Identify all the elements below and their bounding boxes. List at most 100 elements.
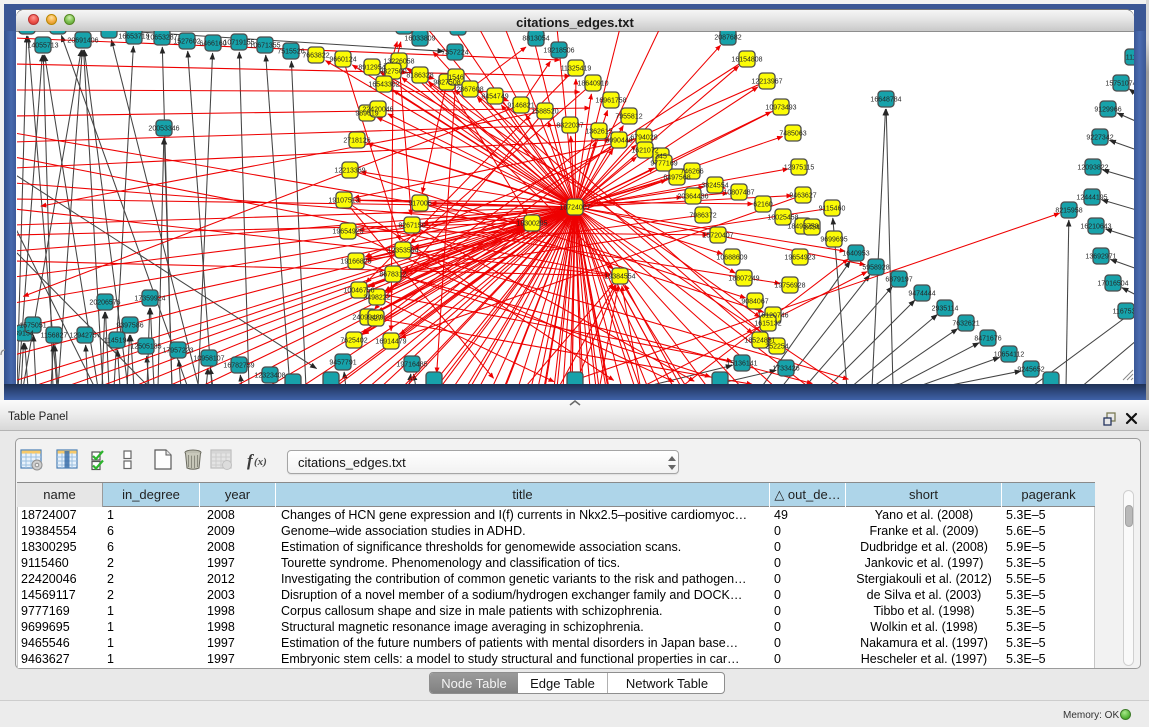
svg-text:1362615: 1362615 bbox=[585, 129, 612, 136]
svg-text:19654923: 19654923 bbox=[784, 255, 815, 262]
svg-text:2087682: 2087682 bbox=[714, 35, 741, 42]
svg-text:1733426: 1733426 bbox=[772, 366, 799, 373]
svg-text:7625402: 7625402 bbox=[340, 338, 367, 345]
svg-text:19716485: 19716485 bbox=[396, 362, 427, 369]
svg-text:5958928: 5958928 bbox=[862, 265, 889, 272]
svg-text:7955812: 7955812 bbox=[615, 114, 642, 121]
svg-text:12353594: 12353594 bbox=[387, 248, 418, 255]
svg-text:8215958: 8215958 bbox=[1055, 208, 1082, 215]
svg-text:19107513: 19107513 bbox=[328, 198, 359, 205]
svg-text:9227342: 9227342 bbox=[1086, 135, 1113, 142]
svg-text:10807487: 10807487 bbox=[723, 190, 754, 197]
svg-text:8267150: 8267150 bbox=[398, 223, 425, 230]
svg-text:2867608: 2867608 bbox=[456, 87, 483, 94]
svg-text:1527602: 1527602 bbox=[173, 39, 200, 46]
svg-text:(x): (x) bbox=[254, 456, 267, 468]
svg-text:20364436: 20364436 bbox=[677, 194, 708, 201]
svg-text:17359924: 17359924 bbox=[134, 296, 165, 303]
svg-text:13692971: 13692971 bbox=[1085, 254, 1116, 261]
svg-text:1588520: 1588520 bbox=[531, 109, 558, 116]
svg-text:18640910: 18640910 bbox=[577, 81, 608, 88]
svg-text:12505135: 12505135 bbox=[130, 344, 161, 351]
svg-text:16154808: 16154808 bbox=[731, 57, 762, 64]
svg-text:15136141: 15136141 bbox=[726, 361, 757, 368]
svg-text:9474444: 9474444 bbox=[908, 291, 935, 298]
svg-text:18724007: 18724007 bbox=[559, 205, 590, 212]
svg-text:62160: 62160 bbox=[753, 202, 773, 209]
svg-text:10654112: 10654112 bbox=[994, 352, 1025, 359]
svg-text:12444195: 12444195 bbox=[1076, 195, 1107, 202]
svg-text:8454749: 8454749 bbox=[481, 94, 508, 101]
svg-text:14055713: 14055713 bbox=[27, 43, 58, 50]
svg-text:12942757: 12942757 bbox=[69, 333, 100, 340]
svg-text:9463627: 9463627 bbox=[789, 193, 816, 200]
svg-text:8813054: 8813054 bbox=[522, 36, 549, 43]
svg-text:9397586: 9397586 bbox=[116, 323, 143, 330]
svg-text:1167533: 1167533 bbox=[1113, 309, 1134, 316]
svg-text:9699695: 9699695 bbox=[820, 237, 847, 244]
svg-text:9084067: 9084067 bbox=[741, 299, 768, 306]
svg-text:8990448: 8990448 bbox=[605, 138, 632, 145]
svg-text:19654925: 19654925 bbox=[332, 229, 363, 236]
svg-text:2935114: 2935114 bbox=[932, 306, 959, 313]
svg-text:16648784: 16648784 bbox=[870, 97, 901, 104]
svg-text:2718126: 2718126 bbox=[343, 138, 370, 145]
svg-text:19756928: 19756928 bbox=[774, 283, 805, 290]
svg-text:1640953: 1640953 bbox=[842, 251, 869, 258]
svg-text:9457791: 9457791 bbox=[329, 360, 356, 367]
svg-text:7485063: 7485063 bbox=[779, 131, 806, 138]
svg-text:1546: 1546 bbox=[448, 75, 464, 82]
svg-text:16653719: 16653719 bbox=[118, 34, 149, 41]
svg-text:39154: 39154 bbox=[17, 331, 34, 338]
svg-text:16033809: 16033809 bbox=[404, 36, 435, 43]
svg-text:16914479: 16914479 bbox=[375, 339, 406, 346]
svg-text:22420046: 22420046 bbox=[362, 107, 393, 114]
svg-text:10958107: 10958107 bbox=[193, 356, 224, 363]
svg-text:16210643: 16210643 bbox=[1080, 224, 1111, 231]
svg-text:6794028: 6794028 bbox=[630, 135, 657, 142]
svg-text:18807249: 18807249 bbox=[728, 276, 759, 283]
svg-text:345: 345 bbox=[655, 154, 667, 161]
svg-text:1156827: 1156827 bbox=[41, 333, 68, 340]
svg-text:12213967: 12213967 bbox=[751, 79, 782, 86]
svg-text:12213369: 12213369 bbox=[334, 168, 365, 175]
svg-text:917006: 917006 bbox=[408, 201, 431, 208]
svg-text:19384554: 19384554 bbox=[604, 274, 635, 281]
svg-text:9660124: 9660124 bbox=[329, 57, 356, 64]
svg-text:6497568: 6497568 bbox=[663, 175, 690, 182]
svg-text:6879197: 6879197 bbox=[885, 277, 912, 284]
svg-text:20206576: 20206576 bbox=[89, 300, 120, 307]
svg-text:252254: 252254 bbox=[765, 344, 788, 351]
svg-text:9115460: 9115460 bbox=[819, 206, 846, 213]
svg-text:9245652: 9245652 bbox=[1017, 367, 1044, 374]
svg-text:15720407: 15720407 bbox=[702, 233, 733, 240]
svg-text:12093822: 12093822 bbox=[1077, 165, 1108, 172]
svg-text:20691406: 20691406 bbox=[67, 38, 98, 45]
svg-text:8678312: 8678312 bbox=[379, 272, 406, 279]
svg-text:9827500: 9827500 bbox=[379, 69, 406, 76]
svg-text:1575051: 1575051 bbox=[19, 323, 46, 330]
svg-text:10973493: 10973493 bbox=[765, 105, 796, 112]
svg-text:10688609: 10688609 bbox=[716, 255, 747, 262]
svg-text:19166825: 19166825 bbox=[340, 259, 371, 266]
svg-text:1117: 1117 bbox=[1126, 55, 1134, 62]
svg-text:10025458: 10025458 bbox=[767, 215, 798, 222]
svg-text:1145194: 1145194 bbox=[104, 338, 131, 345]
svg-text:17016504: 17016504 bbox=[1097, 281, 1128, 288]
svg-text:8454: 8454 bbox=[804, 225, 820, 232]
svg-text:16782759: 16782759 bbox=[223, 363, 254, 370]
svg-text:16961758: 16961758 bbox=[595, 98, 626, 105]
svg-text:17957223: 17957223 bbox=[162, 348, 193, 355]
svg-text:7986372: 7986372 bbox=[689, 213, 716, 220]
svg-text:16543362: 16543362 bbox=[368, 82, 399, 89]
svg-text:8471676: 8471676 bbox=[974, 336, 1001, 343]
svg-text:19218506: 19218506 bbox=[543, 48, 574, 55]
svg-text:12323408: 12323408 bbox=[254, 373, 285, 380]
svg-text:7357224: 7357224 bbox=[441, 50, 468, 57]
svg-text:20053346: 20053346 bbox=[148, 126, 179, 133]
svg-text:15751074: 15751074 bbox=[1105, 81, 1134, 88]
svg-text:7632621: 7632621 bbox=[952, 321, 979, 328]
svg-text:18300295: 18300295 bbox=[516, 221, 547, 228]
svg-text:9777169: 9777169 bbox=[650, 161, 677, 168]
svg-text:10671355: 10671355 bbox=[249, 43, 280, 50]
